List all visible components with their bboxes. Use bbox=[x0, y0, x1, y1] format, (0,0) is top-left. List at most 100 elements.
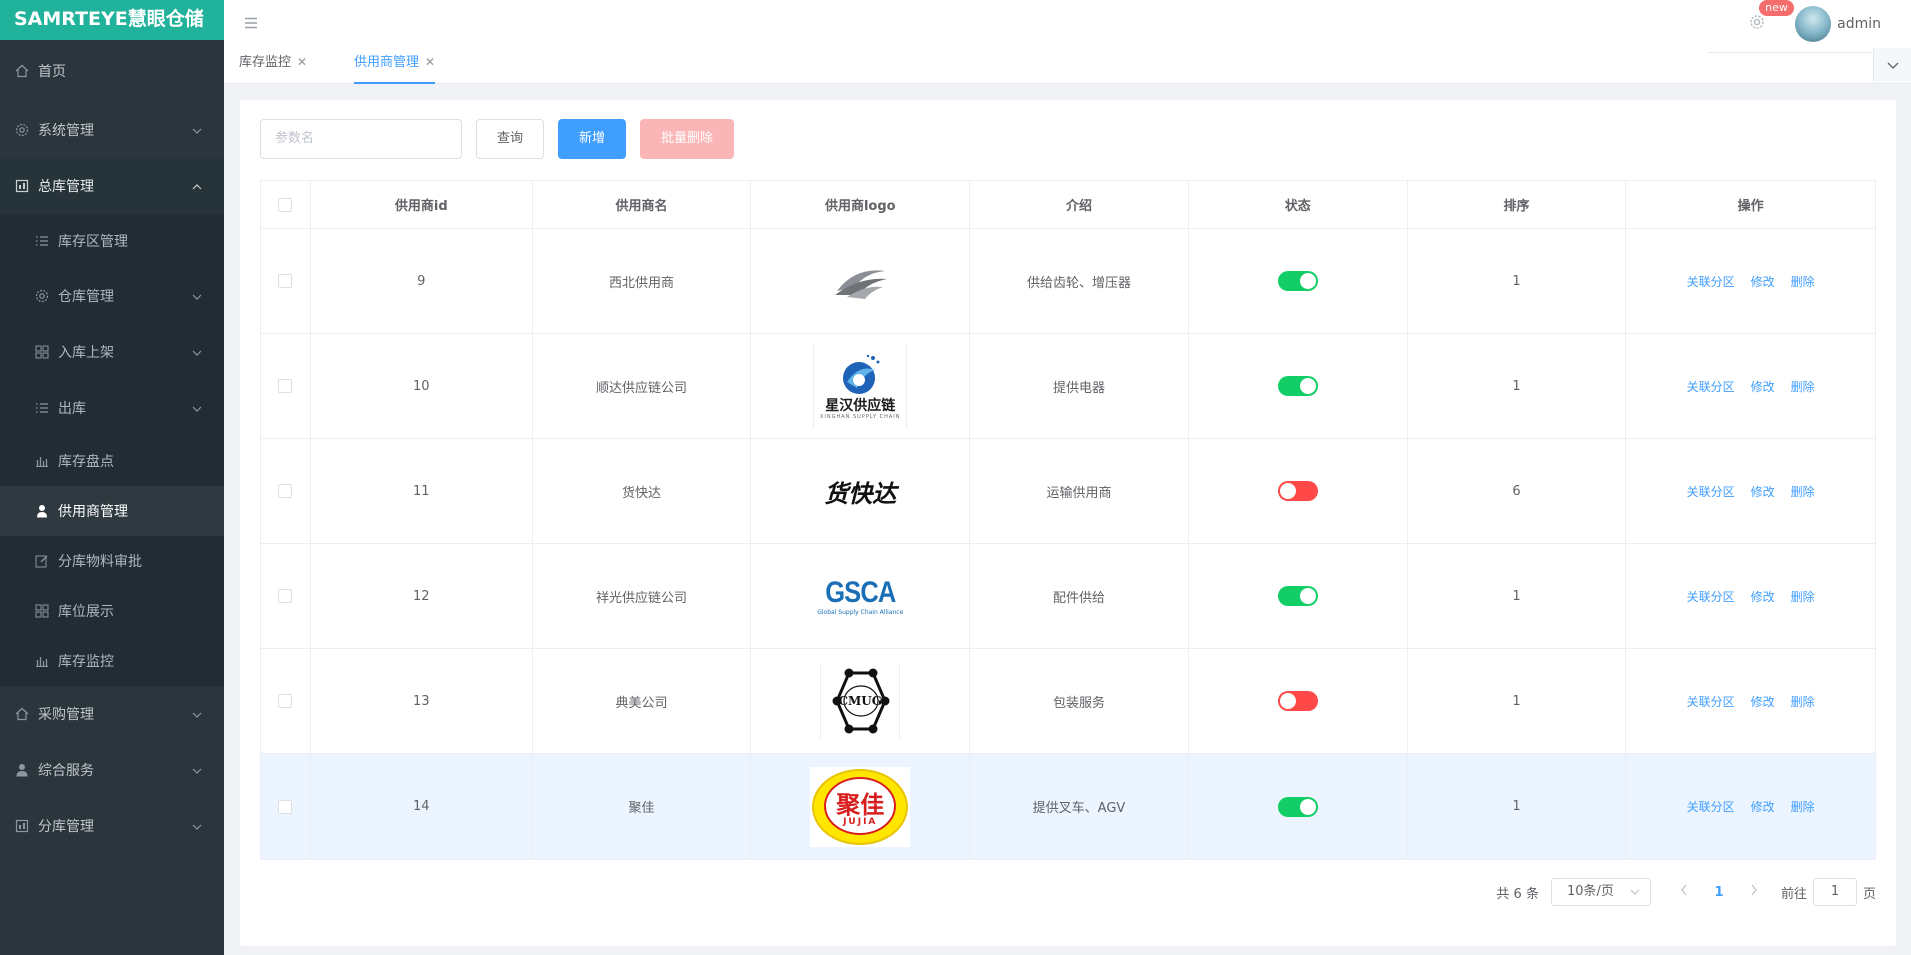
delete-button[interactable]: 删除 bbox=[1791, 693, 1815, 710]
home-icon bbox=[14, 706, 30, 722]
bar-chart-icon bbox=[34, 453, 50, 469]
link-zone-button[interactable]: 关联分区 bbox=[1687, 483, 1735, 500]
row-checkbox[interactable] bbox=[278, 589, 293, 603]
sidebar-item-branch[interactable]: 分库管理 bbox=[0, 798, 224, 854]
actions-cell: 关联分区 修改 删除 bbox=[1626, 544, 1875, 648]
swoosh-logo-image bbox=[835, 270, 888, 299]
sidebar-item-warehouse[interactable]: 仓库管理 bbox=[0, 268, 224, 324]
column-header: 供用商名 bbox=[533, 181, 752, 228]
row-select-cell bbox=[261, 229, 311, 333]
tab-label: 库存监控 bbox=[239, 55, 292, 70]
edit-button[interactable]: 修改 bbox=[1751, 588, 1775, 605]
delete-button[interactable]: 删除 bbox=[1791, 483, 1815, 500]
tab-inventory-monitor[interactable]: 库存监控 ✕ bbox=[239, 48, 307, 84]
row-checkbox[interactable] bbox=[278, 694, 293, 708]
delete-button[interactable]: 删除 bbox=[1791, 378, 1815, 395]
sidebar-item-inbound[interactable]: 入库上架 bbox=[0, 324, 224, 380]
person-icon bbox=[34, 503, 50, 519]
logo-subtext: JUJIA bbox=[843, 816, 878, 827]
batch-delete-button[interactable]: 批量删除 bbox=[640, 119, 735, 159]
supplier-intro: 配件供给 bbox=[970, 544, 1189, 648]
sidebar-item-services[interactable]: 综合服务 bbox=[0, 742, 224, 798]
status-toggle[interactable] bbox=[1277, 376, 1318, 396]
link-zone-button[interactable]: 关联分区 bbox=[1687, 273, 1735, 290]
select-all-cell bbox=[261, 181, 311, 228]
sidebar-item-home[interactable]: 首页 bbox=[0, 40, 224, 102]
tab-supplier-management[interactable]: 供用商管理 ✕ bbox=[354, 48, 436, 84]
sidebar-item-inventory-count[interactable]: 库存盘点 bbox=[0, 436, 224, 486]
add-button[interactable]: 新增 bbox=[558, 119, 627, 159]
row-checkbox[interactable] bbox=[278, 379, 293, 393]
link-zone-button[interactable]: 关联分区 bbox=[1687, 693, 1735, 710]
logo-text: 货快达 bbox=[824, 478, 897, 508]
edit-button[interactable]: 修改 bbox=[1751, 378, 1775, 395]
close-icon[interactable]: ✕ bbox=[425, 55, 435, 69]
edit-button[interactable]: 修改 bbox=[1751, 273, 1775, 290]
hamburger-icon[interactable] bbox=[244, 14, 258, 33]
supplier-logo: CMUG bbox=[751, 649, 971, 753]
status-cell bbox=[1189, 334, 1408, 438]
supplier-table: 供用商id 供用商名 供用商logo 介绍 状态 排序 操作 9 西北供用商 供… bbox=[260, 180, 1876, 860]
supplier-id: 13 bbox=[311, 649, 533, 753]
row-checkbox[interactable] bbox=[278, 274, 293, 288]
row-checkbox[interactable] bbox=[278, 799, 293, 814]
goto-page-input[interactable]: 1 bbox=[1812, 878, 1857, 906]
sidebar-item-purchasing[interactable]: 采购管理 bbox=[0, 686, 224, 742]
status-toggle[interactable] bbox=[1277, 691, 1318, 711]
user-name[interactable]: admin bbox=[1837, 16, 1881, 32]
status-toggle[interactable] bbox=[1277, 481, 1318, 501]
status-toggle[interactable] bbox=[1277, 271, 1318, 291]
sidebar-item-outbound[interactable]: 出库 bbox=[0, 380, 224, 436]
status-toggle[interactable] bbox=[1277, 796, 1318, 817]
tab-label: 供用商管理 bbox=[354, 55, 420, 70]
status-cell bbox=[1189, 649, 1408, 753]
select-all-checkbox[interactable] bbox=[278, 197, 293, 212]
sidebar-item-supplier[interactable]: 供用商管理 bbox=[0, 486, 224, 536]
chevron-down-icon bbox=[192, 288, 202, 304]
sidebar-item-material-approval[interactable]: 分库物料审批 bbox=[0, 536, 224, 586]
sidebar-item-storage-area[interactable]: 库存区管理 bbox=[0, 214, 224, 268]
sidebar-item-inventory-monitor[interactable]: 库存监控 bbox=[0, 636, 224, 686]
home-icon bbox=[14, 63, 30, 79]
edit-button[interactable]: 修改 bbox=[1751, 693, 1775, 710]
supplier-name: 顺达供应链公司 bbox=[533, 334, 752, 438]
delete-button[interactable]: 删除 bbox=[1791, 798, 1815, 815]
row-checkbox[interactable] bbox=[278, 484, 293, 498]
sidebar-item-location-display[interactable]: 库位展示 bbox=[0, 586, 224, 636]
edit-button[interactable]: 修改 bbox=[1751, 798, 1775, 815]
query-button[interactable]: 查询 bbox=[476, 119, 545, 159]
content-card: 参数名 查询 新增 批量删除 供用商id 供用商名 供用商logo 介绍 状态 … bbox=[240, 100, 1896, 946]
status-cell bbox=[1189, 439, 1408, 543]
search-input[interactable]: 参数名 bbox=[260, 119, 462, 159]
logo-text: GSCA bbox=[825, 575, 896, 609]
table-row: 13 典美公司 CMUG 包装服务 1 关联分区 修改 删除 bbox=[261, 649, 1875, 754]
grid-icon bbox=[34, 344, 50, 360]
sidebar-item-system[interactable]: 系统管理 bbox=[0, 102, 224, 158]
link-zone-button[interactable]: 关联分区 bbox=[1687, 798, 1735, 815]
link-zone-button[interactable]: 关联分区 bbox=[1687, 378, 1735, 395]
supplier-logo: 聚佳 JUJIA bbox=[751, 754, 971, 859]
link-zone-button[interactable]: 关联分区 bbox=[1687, 588, 1735, 605]
status-toggle[interactable] bbox=[1277, 586, 1318, 606]
logo-text: 星汉供应链 bbox=[825, 398, 896, 414]
sidebar-item-label: 采购管理 bbox=[38, 707, 94, 723]
supplier-name: 祥光供应链公司 bbox=[533, 544, 752, 648]
page-number[interactable]: 1 bbox=[1699, 885, 1739, 900]
page-size-value: 10条/页 bbox=[1566, 884, 1614, 899]
next-page-button[interactable] bbox=[1739, 884, 1769, 900]
avatar[interactable] bbox=[1795, 6, 1832, 42]
supplier-name: 货快达 bbox=[533, 439, 752, 543]
supplier-id: 9 bbox=[311, 229, 533, 333]
close-icon[interactable]: ✕ bbox=[297, 55, 307, 69]
supplier-sort: 1 bbox=[1408, 754, 1627, 859]
delete-button[interactable]: 删除 bbox=[1791, 588, 1815, 605]
page-size-select[interactable]: 10条/页 bbox=[1550, 878, 1651, 906]
edit-button[interactable]: 修改 bbox=[1751, 483, 1775, 500]
tabs-dropdown-button[interactable] bbox=[1873, 48, 1911, 82]
sidebar-item-main-warehouse[interactable]: 总库管理 bbox=[0, 158, 224, 214]
prev-page-button[interactable] bbox=[1669, 884, 1699, 900]
delete-button[interactable]: 删除 bbox=[1791, 273, 1815, 290]
status-cell bbox=[1189, 229, 1408, 333]
settings-button[interactable]: new bbox=[1749, 0, 1794, 34]
table-header: 供用商id 供用商名 供用商logo 介绍 状态 排序 操作 bbox=[261, 181, 1875, 229]
